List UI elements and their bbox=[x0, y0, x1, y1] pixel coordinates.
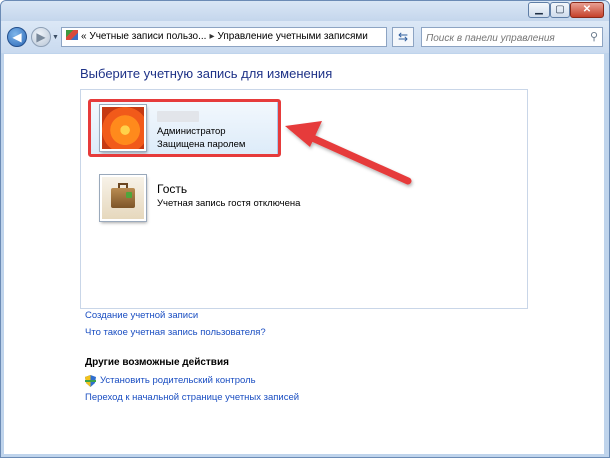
search-input[interactable] bbox=[426, 30, 576, 47]
account-status-label: Защищена паролем bbox=[157, 139, 246, 150]
search-icon[interactable]: ⚲ bbox=[590, 30, 598, 43]
guest-account-name: Гость bbox=[157, 182, 188, 196]
control-panel-icon bbox=[66, 30, 78, 40]
page-title: Выберите учетную запись для изменения bbox=[80, 66, 333, 81]
uac-shield-icon bbox=[85, 375, 96, 387]
create-account-link[interactable]: Создание учетной записи bbox=[85, 310, 198, 321]
guest-account-status: Учетная запись гостя отключена bbox=[157, 198, 301, 209]
account-name-redacted bbox=[157, 111, 199, 122]
suitcase-icon bbox=[111, 183, 135, 208]
back-arrow-icon[interactable]: ◀ bbox=[7, 27, 27, 47]
address-chevron[interactable]: « bbox=[81, 31, 87, 42]
other-actions-heading: Другие возможные действия bbox=[85, 357, 229, 368]
suitcase-avatar-icon[interactable] bbox=[100, 175, 146, 221]
title-bar: ▁ ▢ ✕ bbox=[1, 1, 609, 21]
history-dropdown-icon[interactable]: ▼ bbox=[52, 34, 59, 41]
close-icon[interactable]: ✕ bbox=[570, 2, 604, 18]
address-bar[interactable]: « Учетные записи пользо... ▸ Управление уч… bbox=[61, 27, 387, 47]
refresh-icon[interactable]: ⇆ bbox=[392, 27, 414, 47]
maximize-icon[interactable]: ▢ bbox=[550, 2, 570, 18]
breadcrumb-user-accounts[interactable]: Учетные записи пользо... bbox=[89, 31, 206, 42]
flower-avatar-icon[interactable] bbox=[100, 105, 146, 151]
account-type-label: Администратор bbox=[157, 126, 226, 137]
minimize-icon[interactable]: ▁ bbox=[528, 2, 550, 18]
breadcrumb-manage-accounts[interactable]: Управление учетными записями bbox=[217, 31, 367, 42]
breadcrumb-separator-icon[interactable]: ▸ bbox=[209, 31, 214, 42]
parental-control-link[interactable]: Установить родительский контроль bbox=[100, 375, 256, 386]
search-box[interactable]: ⚲ bbox=[421, 27, 603, 47]
go-to-accounts-main-link[interactable]: Переход к начальной странице учетных зап… bbox=[85, 392, 299, 403]
what-is-account-link[interactable]: Что такое учетная запись пользователя? bbox=[85, 327, 266, 338]
navigation-bar: ◀ ▶ ▼ « Учетные записи пользо... ▸ Управле… bbox=[1, 21, 609, 53]
forward-arrow-icon[interactable]: ▶ bbox=[31, 27, 51, 47]
